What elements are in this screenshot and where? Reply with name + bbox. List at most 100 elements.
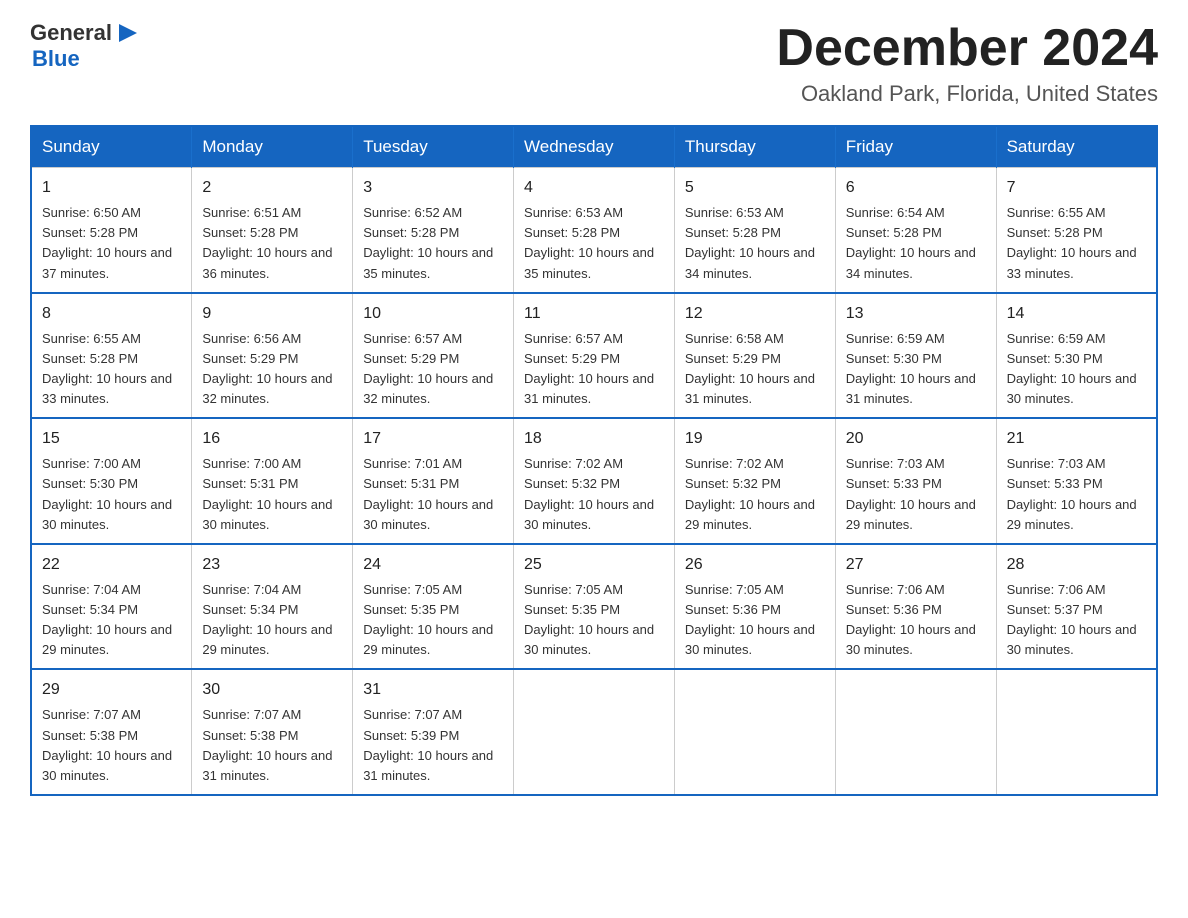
day-info: Sunrise: 7:05 AMSunset: 5:36 PMDaylight:… <box>685 580 825 661</box>
calendar-cell: 11 Sunrise: 6:57 AMSunset: 5:29 PMDayligh… <box>514 293 675 419</box>
logo-arrow-icon <box>115 20 141 46</box>
week-row-5: 29 Sunrise: 7:07 AMSunset: 5:38 PMDayligh… <box>31 669 1157 795</box>
day-info: Sunrise: 6:55 AMSunset: 5:28 PMDaylight:… <box>42 329 181 410</box>
page-header: General Blue December 2024 Oakland Park,… <box>30 20 1158 107</box>
calendar-cell: 20Sunrise: 7:03 AMSunset: 5:33 PMDayligh… <box>835 418 996 544</box>
day-info: Sunrise: 7:03 AMSunset: 5:33 PMDaylight:… <box>1007 454 1146 535</box>
month-title: December 2024 <box>776 20 1158 77</box>
calendar-cell: 9Sunrise: 6:56 AMSunset: 5:29 PMDaylight… <box>192 293 353 419</box>
day-number: 22 <box>42 553 181 577</box>
week-row-3: 15 Sunrise: 7:00 AMSunset: 5:30 PMDayligh… <box>31 418 1157 544</box>
day-info: Sunrise: 7:06 AMSunset: 5:37 PMDaylight:… <box>1007 580 1146 661</box>
day-info: Sunrise: 6:52 AMSunset: 5:28 PMDaylight:… <box>363 203 503 284</box>
day-number: 3 <box>363 176 503 200</box>
day-info: Sunrise: 6:56 AMSunset: 5:29 PMDaylight:… <box>202 329 342 410</box>
weekday-header-sunday: Sunday <box>31 126 192 168</box>
day-number: 21 <box>1007 427 1146 451</box>
logo-general-text: General <box>30 20 112 46</box>
calendar-cell: 25Sunrise: 7:05 AMSunset: 5:35 PMDayligh… <box>514 544 675 670</box>
calendar-cell: 13Sunrise: 6:59 AMSunset: 5:30 PMDayligh… <box>835 293 996 419</box>
day-number: 11 <box>524 302 664 326</box>
day-number: 13 <box>846 302 986 326</box>
day-number: 2 <box>202 176 342 200</box>
location-subtitle: Oakland Park, Florida, United States <box>776 81 1158 107</box>
day-info: Sunrise: 7:05 AMSunset: 5:35 PMDaylight:… <box>363 580 503 661</box>
day-info: Sunrise: 6:50 AMSunset: 5:28 PMDaylight:… <box>42 203 181 284</box>
calendar-cell: 30 Sunrise: 7:07 AMSunset: 5:38 PMDayligh… <box>192 669 353 795</box>
day-info: Sunrise: 7:06 AMSunset: 5:36 PMDaylight:… <box>846 580 986 661</box>
day-info: Sunrise: 6:53 AMSunset: 5:28 PMDaylight:… <box>524 203 664 284</box>
calendar-cell: 28Sunrise: 7:06 AMSunset: 5:37 PMDayligh… <box>996 544 1157 670</box>
day-number: 5 <box>685 176 825 200</box>
calendar-cell: 7 Sunrise: 6:55 AMSunset: 5:28 PMDaylight… <box>996 168 1157 293</box>
calendar-cell: 5 Sunrise: 6:53 AMSunset: 5:28 PMDaylight… <box>674 168 835 293</box>
day-info: Sunrise: 6:51 AMSunset: 5:28 PMDaylight:… <box>202 203 342 284</box>
day-info: Sunrise: 7:01 AMSunset: 5:31 PMDaylight:… <box>363 454 503 535</box>
day-number: 19 <box>685 427 825 451</box>
day-number: 24 <box>363 553 503 577</box>
day-info: Sunrise: 7:00 AMSunset: 5:30 PMDaylight:… <box>42 454 181 535</box>
calendar-cell: 6 Sunrise: 6:54 AMSunset: 5:28 PMDaylight… <box>835 168 996 293</box>
logo: General Blue <box>30 20 141 72</box>
calendar-cell: 14 Sunrise: 6:59 AMSunset: 5:30 PMDayligh… <box>996 293 1157 419</box>
day-info: Sunrise: 6:59 AMSunset: 5:30 PMDaylight:… <box>1007 329 1146 410</box>
calendar-cell <box>996 669 1157 795</box>
weekday-header-thursday: Thursday <box>674 126 835 168</box>
calendar-cell: 22Sunrise: 7:04 AMSunset: 5:34 PMDayligh… <box>31 544 192 670</box>
day-number: 20 <box>846 427 986 451</box>
day-number: 6 <box>846 176 986 200</box>
calendar-cell: 27 Sunrise: 7:06 AMSunset: 5:36 PMDayligh… <box>835 544 996 670</box>
day-number: 10 <box>363 302 503 326</box>
week-row-1: 1 Sunrise: 6:50 AMSunset: 5:28 PMDaylight… <box>31 168 1157 293</box>
day-number: 1 <box>42 176 181 200</box>
day-number: 16 <box>202 427 342 451</box>
day-number: 30 <box>202 678 342 702</box>
day-number: 14 <box>1007 302 1146 326</box>
day-info: Sunrise: 7:00 AMSunset: 5:31 PMDaylight:… <box>202 454 342 535</box>
calendar-cell: 15 Sunrise: 7:00 AMSunset: 5:30 PMDayligh… <box>31 418 192 544</box>
calendar-cell: 8 Sunrise: 6:55 AMSunset: 5:28 PMDaylight… <box>31 293 192 419</box>
day-info: Sunrise: 6:54 AMSunset: 5:28 PMDaylight:… <box>846 203 986 284</box>
calendar-table: SundayMondayTuesdayWednesdayThursdayFrid… <box>30 125 1158 796</box>
day-number: 23 <box>202 553 342 577</box>
calendar-cell: 2 Sunrise: 6:51 AMSunset: 5:28 PMDaylight… <box>192 168 353 293</box>
day-info: Sunrise: 7:07 AMSunset: 5:38 PMDaylight:… <box>42 705 181 786</box>
calendar-cell: 17 Sunrise: 7:01 AMSunset: 5:31 PMDayligh… <box>353 418 514 544</box>
day-number: 7 <box>1007 176 1146 200</box>
weekday-header-friday: Friday <box>835 126 996 168</box>
week-row-4: 22Sunrise: 7:04 AMSunset: 5:34 PMDayligh… <box>31 544 1157 670</box>
calendar-cell: 3 Sunrise: 6:52 AMSunset: 5:28 PMDaylight… <box>353 168 514 293</box>
day-info: Sunrise: 7:02 AMSunset: 5:32 PMDaylight:… <box>524 454 664 535</box>
day-info: Sunrise: 6:55 AMSunset: 5:28 PMDaylight:… <box>1007 203 1146 284</box>
calendar-cell: 1 Sunrise: 6:50 AMSunset: 5:28 PMDaylight… <box>31 168 192 293</box>
logo-blue-text: Blue <box>32 46 141 72</box>
weekday-header-monday: Monday <box>192 126 353 168</box>
calendar-cell: 23Sunrise: 7:04 AMSunset: 5:34 PMDayligh… <box>192 544 353 670</box>
calendar-cell: 12Sunrise: 6:58 AMSunset: 5:29 PMDayligh… <box>674 293 835 419</box>
calendar-cell: 26 Sunrise: 7:05 AMSunset: 5:36 PMDayligh… <box>674 544 835 670</box>
calendar-cell: 24 Sunrise: 7:05 AMSunset: 5:35 PMDayligh… <box>353 544 514 670</box>
day-number: 27 <box>846 553 986 577</box>
day-number: 8 <box>42 302 181 326</box>
weekday-header-tuesday: Tuesday <box>353 126 514 168</box>
calendar-cell <box>674 669 835 795</box>
day-info: Sunrise: 6:58 AMSunset: 5:29 PMDaylight:… <box>685 329 825 410</box>
day-number: 18 <box>524 427 664 451</box>
calendar-cell: 16 Sunrise: 7:00 AMSunset: 5:31 PMDayligh… <box>192 418 353 544</box>
day-info: Sunrise: 6:57 AMSunset: 5:29 PMDaylight:… <box>524 329 664 410</box>
day-info: Sunrise: 6:57 AMSunset: 5:29 PMDaylight:… <box>363 329 503 410</box>
day-info: Sunrise: 6:53 AMSunset: 5:28 PMDaylight:… <box>685 203 825 284</box>
calendar-cell: 31Sunrise: 7:07 AMSunset: 5:39 PMDayligh… <box>353 669 514 795</box>
calendar-cell: 21 Sunrise: 7:03 AMSunset: 5:33 PMDayligh… <box>996 418 1157 544</box>
title-area: December 2024 Oakland Park, Florida, Uni… <box>776 20 1158 107</box>
day-number: 15 <box>42 427 181 451</box>
day-info: Sunrise: 7:05 AMSunset: 5:35 PMDaylight:… <box>524 580 664 661</box>
day-info: Sunrise: 7:07 AMSunset: 5:38 PMDaylight:… <box>202 705 342 786</box>
day-number: 17 <box>363 427 503 451</box>
calendar-cell: 29 Sunrise: 7:07 AMSunset: 5:38 PMDayligh… <box>31 669 192 795</box>
day-number: 26 <box>685 553 825 577</box>
week-row-2: 8 Sunrise: 6:55 AMSunset: 5:28 PMDaylight… <box>31 293 1157 419</box>
day-number: 29 <box>42 678 181 702</box>
calendar-cell: 10 Sunrise: 6:57 AMSunset: 5:29 PMDayligh… <box>353 293 514 419</box>
day-number: 4 <box>524 176 664 200</box>
